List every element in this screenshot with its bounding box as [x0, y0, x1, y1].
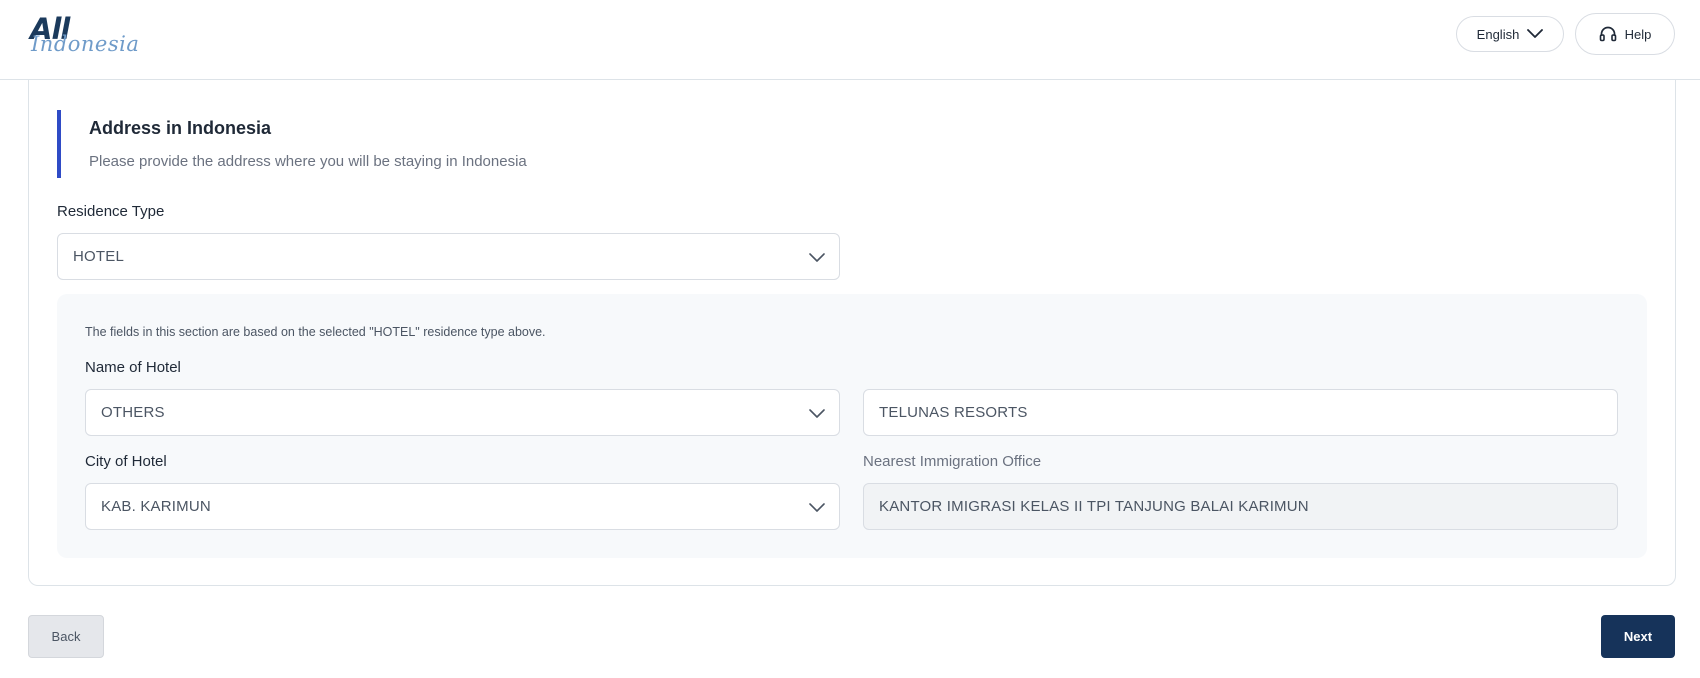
city-label: City of Hotel: [85, 453, 167, 470]
residence-type-select[interactable]: HOTEL: [57, 233, 840, 280]
help-button[interactable]: Help: [1575, 13, 1675, 55]
residence-type-label: Residence Type: [57, 203, 165, 220]
section-header: Address in Indonesia Please provide the …: [57, 110, 757, 178]
hotel-name-other-input[interactable]: TELUNAS RESORTS: [863, 389, 1618, 436]
help-label: Help: [1624, 26, 1652, 42]
chevron-down-icon: [809, 500, 825, 517]
all-indonesia-logo[interactable]: All Indonesia: [30, 12, 140, 56]
chevron-down-icon: [809, 406, 825, 423]
section-title: Address in Indonesia: [89, 118, 272, 138]
immigration-office-label: Nearest Immigration Office: [863, 453, 1042, 470]
chevron-down-icon: [1527, 29, 1544, 39]
back-button[interactable]: Back: [28, 615, 104, 658]
language-label: English: [1476, 26, 1520, 42]
city-value: KAB. KARIMUN: [101, 498, 211, 515]
logo-secondary-text: Indonesia: [31, 32, 140, 56]
top-bar: All Indonesia English Help: [0, 0, 1700, 80]
hotel-name-label: Name of Hotel: [85, 359, 181, 376]
city-select[interactable]: KAB. KARIMUN: [85, 483, 840, 530]
residence-type-value: HOTEL: [73, 248, 125, 265]
immigration-office-field: KANTOR IMIGRASI KELAS II TPI TANJUNG BAL…: [863, 483, 1618, 530]
hotel-name-select[interactable]: OTHERS: [85, 389, 840, 436]
headset-icon: [1599, 26, 1617, 42]
immigration-office-value: KANTOR IMIGRASI KELAS II TPI TANJUNG BAL…: [879, 498, 1309, 515]
next-button[interactable]: Next: [1601, 615, 1675, 658]
section-subtitle: Please provide the address where you wil…: [89, 153, 527, 170]
chevron-down-icon: [809, 250, 825, 267]
language-selector[interactable]: English: [1456, 16, 1564, 52]
hotel-name-other-value: TELUNAS RESORTS: [879, 404, 1028, 421]
section-hint: The fields in this section are based on …: [85, 325, 546, 339]
hotel-name-select-value: OTHERS: [101, 404, 165, 421]
